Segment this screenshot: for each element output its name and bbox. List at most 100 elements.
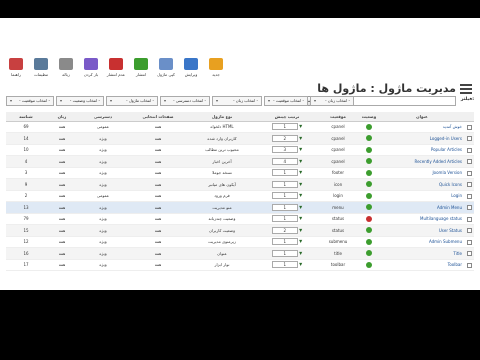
table-row[interactable]: Quick Icons icon ▼ 1 آیکون های میانبر همه ویژ…	[6, 178, 474, 191]
module-title-link[interactable]: Popular Articles	[380, 144, 464, 156]
order-arrow-icon[interactable]: ▼	[299, 216, 302, 221]
row-checkbox[interactable]	[466, 136, 472, 141]
order-arrow-icon[interactable]: ▼	[299, 262, 302, 267]
column-header[interactable]: وضعیت	[358, 112, 380, 122]
order-arrow-icon[interactable]: ▼	[299, 124, 302, 129]
toolbar-unpublish-button[interactable]: عدم انتشار	[106, 58, 126, 84]
column-header[interactable]: صفحات انتخابی	[128, 112, 188, 122]
order-input[interactable]: 1	[271, 215, 298, 223]
order-input[interactable]: 1	[271, 261, 298, 269]
order-arrow-icon[interactable]: ▼	[299, 147, 302, 152]
order-arrow-icon[interactable]: ▼	[299, 193, 302, 198]
row-checkbox[interactable]	[466, 216, 472, 222]
table-row[interactable]: Recently Added Articles cpanel ▼ 4 آخرین اخ…	[6, 155, 474, 168]
order-input[interactable]: 1	[271, 203, 298, 211]
module-title-link[interactable]: Quick Icons	[380, 178, 464, 191]
order-arrow-icon[interactable]: ▼	[299, 170, 302, 175]
table-row[interactable]: Multilanguage status status ▼ 1 وضعیت چندزب…	[6, 213, 474, 225]
published-icon[interactable]	[366, 192, 372, 199]
filter-select[interactable]: - انتخاب زبان -	[310, 96, 354, 106]
table-row[interactable]: Joomla Version footer ▼ 1 نسخه جوملا همه ویژه…	[6, 167, 474, 179]
row-checkbox[interactable]	[466, 170, 472, 176]
filter-select[interactable]: - انتخاب زبان -	[212, 96, 262, 106]
row-checkbox[interactable]	[466, 159, 472, 164]
row-checkbox[interactable]	[466, 147, 472, 153]
column-header[interactable]: زبان	[46, 112, 78, 122]
module-title-link[interactable]: Logged-in Users	[380, 132, 464, 145]
order-input[interactable]: 1	[271, 169, 298, 177]
order-arrow-icon[interactable]: ▼	[299, 158, 302, 163]
table-row[interactable]: Logged-in Users cpanel ▼ 2 کاربران وارد شده…	[6, 132, 474, 145]
order-arrow-icon[interactable]: ▼	[299, 250, 302, 255]
filter-select[interactable]: - انتخاب موقعیت -	[6, 96, 54, 106]
column-header[interactable]: نوع ماژول	[188, 112, 256, 122]
published-icon[interactable]	[366, 146, 372, 153]
toolbar-trash-button[interactable]: زباله	[56, 58, 76, 84]
order-arrow-icon[interactable]: ▼	[299, 135, 302, 140]
table-row[interactable]: Toolbar toolbar ▼ 1 نوار ابزار همه ویژه همه 17	[6, 259, 474, 271]
table-row[interactable]: Popular Articles cpanel ▼ 3 محبوب ترین مطال…	[6, 144, 474, 156]
module-title-link[interactable]: Admin Submenu	[380, 236, 464, 248]
module-title-link[interactable]: Login	[380, 190, 464, 202]
column-header[interactable]: عنوان	[380, 112, 464, 122]
order-arrow-icon[interactable]: ▼	[299, 204, 302, 209]
filter-select[interactable]: - انتخاب موقعیت -	[264, 96, 308, 106]
table-row[interactable]: User Status status ▼ 2 وضعیت کاربران همه ویژه…	[6, 224, 474, 237]
row-checkbox[interactable]	[466, 193, 472, 199]
toolbar-edit-button[interactable]: ویرایش	[181, 58, 201, 84]
module-title-link[interactable]: Title	[380, 247, 464, 260]
row-checkbox[interactable]	[466, 182, 472, 187]
filter-select[interactable]: - انتخاب ماژول -	[106, 96, 158, 106]
order-input[interactable]: 2	[271, 226, 298, 234]
order-input[interactable]: 3	[271, 146, 298, 154]
published-icon[interactable]	[366, 169, 372, 176]
module-title-link[interactable]: Recently Added Articles	[380, 155, 464, 168]
table-row[interactable]: Admin Menu menu ▼ 1 منو مدیریت همه ویژه همه 13	[6, 201, 474, 214]
toolbar-options-button[interactable]: تنظیمات	[31, 58, 51, 84]
published-icon[interactable]	[366, 250, 372, 257]
module-title-link[interactable]: User Status	[380, 224, 464, 237]
module-title-link[interactable]: Admin Menu	[380, 201, 464, 214]
order-input[interactable]: 4	[271, 157, 298, 165]
order-input[interactable]: 2	[271, 134, 298, 142]
order-input[interactable]: 1	[271, 238, 298, 246]
published-icon[interactable]	[366, 204, 372, 211]
toolbar-publish-button[interactable]: انتشار	[131, 58, 151, 84]
order-input[interactable]: 1	[271, 180, 298, 188]
toolbar-help-button[interactable]: راهنما	[6, 58, 26, 84]
column-header[interactable]: ترتیب چینش	[256, 112, 318, 122]
published-icon[interactable]	[366, 181, 372, 188]
published-icon[interactable]	[366, 158, 372, 165]
column-header[interactable]: دسترسی	[78, 112, 128, 122]
table-row[interactable]: خوش آمدید cpanel ▼ 1 HTML دلخواه همه عمومی همه…	[6, 121, 474, 133]
published-icon[interactable]	[366, 135, 372, 142]
toolbar-copy-button[interactable]: کپی ماژول	[156, 58, 176, 84]
unpublished-icon[interactable]	[366, 215, 372, 222]
row-checkbox[interactable]	[466, 251, 472, 256]
filter-select[interactable]: - انتخاب دسترسی -	[160, 96, 210, 106]
module-title-link[interactable]: خوش آمدید	[380, 121, 464, 133]
row-checkbox[interactable]	[466, 239, 472, 245]
toolbar-checkin-button[interactable]: باز کردن	[81, 58, 101, 84]
row-checkbox[interactable]	[466, 262, 472, 268]
module-title-link[interactable]: Joomla Version	[380, 167, 464, 179]
column-header[interactable]: موقعیت	[318, 112, 358, 122]
module-title-link[interactable]: Toolbar	[380, 259, 464, 271]
column-header[interactable]: شناسه	[6, 112, 46, 122]
row-checkbox[interactable]	[466, 205, 472, 210]
table-row[interactable]: Admin Submenu submenu ▼ 1 زیرمنوی مدیریت همه…	[6, 236, 474, 248]
order-input[interactable]: 1	[271, 249, 298, 257]
order-input[interactable]: 1	[271, 123, 298, 131]
filter-select[interactable]: - انتخاب وضعیت -	[56, 96, 104, 106]
order-input[interactable]: 1	[271, 192, 298, 200]
published-icon[interactable]	[366, 261, 372, 268]
order-arrow-icon[interactable]: ▼	[299, 181, 302, 186]
published-icon[interactable]	[366, 238, 372, 245]
published-icon[interactable]	[366, 227, 372, 234]
order-arrow-icon[interactable]: ▼	[299, 239, 302, 244]
module-title-link[interactable]: Multilanguage status	[380, 213, 464, 225]
filter-search-input[interactable]	[348, 96, 456, 106]
row-checkbox[interactable]	[466, 124, 472, 130]
row-checkbox[interactable]	[466, 228, 472, 233]
table-row[interactable]: Title title ▼ 1 عنوان همه ویژه همه 16	[6, 247, 474, 260]
